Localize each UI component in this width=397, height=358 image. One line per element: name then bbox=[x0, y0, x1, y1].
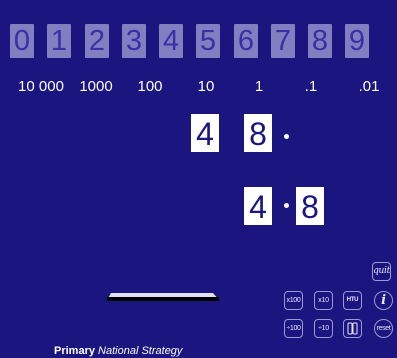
reset-button[interactable]: reset bbox=[374, 319, 393, 338]
place-value-label-ones: 1 bbox=[254, 78, 264, 95]
digit-tile-9[interactable]: 9 bbox=[345, 24, 369, 58]
place-value-label-hundreds: 100 bbox=[137, 78, 163, 95]
htu-button[interactable]: HTU bbox=[343, 291, 362, 310]
digit-tile-5[interactable]: 5 bbox=[196, 24, 220, 58]
place-value-header: 10 000 1000 100 10 1 .1 .01 bbox=[0, 78, 397, 96]
place-value-label-tenths: .1 bbox=[304, 78, 318, 95]
digit-tile-7[interactable]: 7 bbox=[271, 24, 295, 58]
footer-brand: Primary National Strategy bbox=[54, 344, 182, 358]
quit-button[interactable]: quit bbox=[372, 262, 391, 281]
place-value-label-tens: 10 bbox=[197, 78, 215, 95]
footer-brand-primary: Primary bbox=[54, 345, 95, 357]
cards-icon bbox=[347, 322, 358, 335]
digit-tile-1[interactable]: 1 bbox=[47, 24, 71, 58]
card-view-button[interactable] bbox=[343, 319, 362, 338]
digit-tile-2[interactable]: 2 bbox=[85, 24, 109, 58]
decimal-point-bottom bbox=[284, 203, 289, 208]
digit-tile-3[interactable]: 3 bbox=[122, 24, 146, 58]
digit-card-ones-top[interactable]: 8 bbox=[244, 114, 272, 152]
multiply-10-button[interactable]: x10 bbox=[314, 291, 333, 310]
footer-brand-strategy: National Strategy bbox=[98, 345, 183, 357]
info-button[interactable]: i bbox=[374, 291, 393, 310]
digit-tile-6[interactable]: 6 bbox=[234, 24, 258, 58]
place-value-label-ten-thousands: 10 000 bbox=[18, 78, 64, 95]
digit-card-ones-bottom[interactable]: 4 bbox=[244, 187, 272, 225]
divide-100-button[interactable]: ÷100 bbox=[284, 319, 303, 338]
card-shelf-base bbox=[107, 297, 219, 301]
place-value-label-thousands: 1000 bbox=[79, 78, 113, 95]
decimal-point-top bbox=[284, 134, 289, 139]
digit-card-tens-top[interactable]: 4 bbox=[191, 114, 219, 152]
digit-tile-8[interactable]: 8 bbox=[308, 24, 332, 58]
multiply-100-button[interactable]: x100 bbox=[284, 291, 303, 310]
digit-card-tenths-bottom[interactable]: 8 bbox=[296, 187, 324, 225]
card-shelf bbox=[107, 293, 219, 301]
digit-tile-4[interactable]: 4 bbox=[159, 24, 183, 58]
digit-tile-0[interactable]: 0 bbox=[10, 24, 34, 58]
divide-10-button[interactable]: ÷10 bbox=[314, 319, 333, 338]
place-value-label-hundredths: .01 bbox=[358, 78, 380, 95]
